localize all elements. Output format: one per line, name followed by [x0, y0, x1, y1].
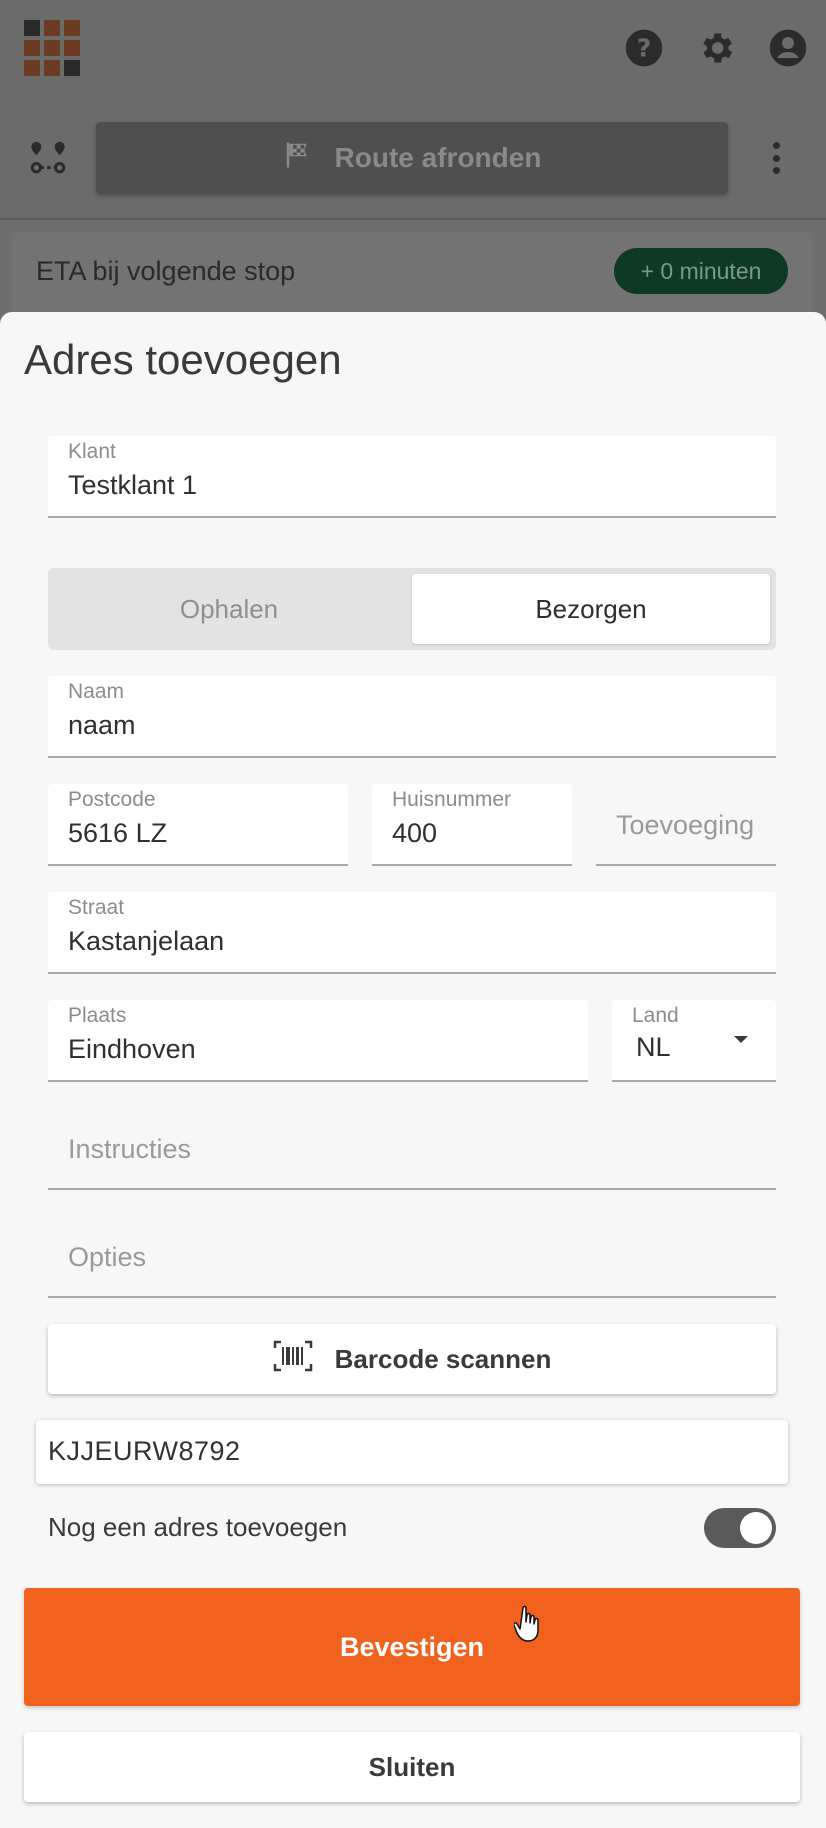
more-vertical-icon[interactable] [762, 138, 790, 178]
add-address-sheet: Adres toevoegen Klant Testklant 1 Ophale… [0, 312, 826, 1828]
pickup-delivery-toggle: Ophalen Bezorgen [48, 568, 776, 650]
barcode-scan-icon [273, 1340, 313, 1379]
close-button[interactable]: Sluiten [24, 1732, 800, 1802]
huisnummer-label: Huisnummer [392, 788, 512, 811]
klant-field[interactable]: Klant Testklant 1 [48, 436, 776, 518]
another-address-switch[interactable] [704, 1508, 776, 1548]
confirm-button[interactable]: Bevestigen [24, 1588, 800, 1706]
finish-route-label: Route afronden [334, 142, 542, 173]
postcode-field[interactable]: Postcode 5616 LZ [48, 784, 348, 866]
account-icon[interactable] [768, 28, 808, 68]
huisnummer-value: 400 [392, 818, 438, 848]
opties-field[interactable]: Opties [48, 1216, 776, 1298]
toevoeging-placeholder: Toevoeging [616, 810, 755, 840]
plaats-label: Plaats [68, 1004, 127, 1027]
straat-field[interactable]: Straat Kastanjelaan [48, 892, 776, 974]
checkered-flag-icon [283, 140, 313, 177]
huisnummer-field[interactable]: Huisnummer 400 [372, 784, 572, 866]
postcode-value: 5616 LZ [68, 818, 168, 848]
straat-value: Kastanjelaan [68, 926, 225, 956]
klant-label: Klant [68, 440, 116, 463]
instructies-placeholder: Instructies [68, 1134, 192, 1164]
app-grid-logo[interactable] [24, 20, 80, 76]
barcode-value: KJJEURW8792 [48, 1436, 241, 1466]
help-icon[interactable]: ? [624, 28, 664, 68]
barcode-scan-label: Barcode scannen [334, 1343, 552, 1374]
eta-label: ETA bij volgende stop [36, 256, 296, 286]
sheet-title: Adres toevoegen [24, 336, 342, 383]
opties-placeholder: Opties [68, 1242, 147, 1272]
route-icon[interactable] [28, 136, 68, 176]
plaats-value: Eindhoven [68, 1034, 196, 1064]
eta-badge: + 0 minuten [614, 248, 788, 294]
straat-label: Straat [68, 896, 125, 919]
klant-value: Testklant 1 [68, 470, 198, 500]
land-value: NL [636, 1032, 671, 1062]
close-label: Sluiten [368, 1751, 456, 1782]
dropdown-caret-icon [734, 1036, 748, 1043]
switch-knob [740, 1512, 772, 1544]
hand-cursor-icon [513, 1604, 544, 1646]
barcode-value-field[interactable]: KJJEURW8792 [36, 1420, 788, 1484]
finish-route-button[interactable]: Route afronden [96, 122, 728, 194]
app-bar: ? [0, 0, 826, 98]
land-select[interactable]: Land NL [612, 1000, 776, 1082]
barcode-scan-button[interactable]: Barcode scannen [48, 1324, 776, 1394]
route-toolbar: Route afronden [0, 98, 826, 220]
svg-text:?: ? [637, 33, 652, 62]
naam-field[interactable]: Naam naam [48, 676, 776, 758]
settings-gear-icon[interactable] [696, 28, 736, 68]
naam-label: Naam [68, 680, 125, 703]
another-address-label: Nog een adres toevoegen [48, 1512, 348, 1542]
instructies-field[interactable]: Instructies [48, 1108, 776, 1190]
postcode-label: Postcode [68, 788, 156, 811]
confirm-label: Bevestigen [339, 1631, 485, 1662]
toevoeging-field[interactable]: Toevoeging [596, 784, 776, 866]
segment-bezorgen[interactable]: Bezorgen [412, 574, 770, 644]
plaats-field[interactable]: Plaats Eindhoven [48, 1000, 588, 1082]
land-label: Land [632, 1004, 679, 1027]
naam-value: naam [68, 710, 136, 740]
segment-ophalen[interactable]: Ophalen [54, 574, 404, 644]
